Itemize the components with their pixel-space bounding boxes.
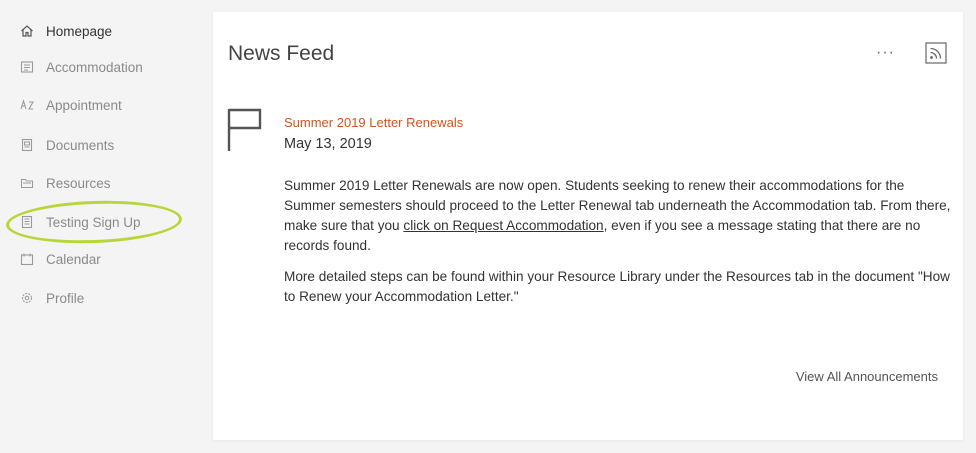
folder-icon [20,176,34,190]
sidebar-item-accommodation[interactable]: Accommodation [20,55,143,79]
announcement-paragraph-1: Summer 2019 Letter Renewals are now open… [284,176,956,256]
sidebar-item-label: Accommodation [46,59,143,75]
sidebar-item-profile[interactable]: Profile [20,286,84,310]
sidebar-item-label: Documents [46,137,115,153]
announcement-paragraph-2: More detailed steps can be found within … [284,269,951,304]
sidebar-item-label: Profile [46,290,85,306]
view-all-announcements-link[interactable]: View All Announcements [773,369,938,384]
request-accommodation-link[interactable]: click on Request Accommodation [403,218,603,233]
document-icon [20,138,34,152]
sidebar-item-label: Homepage [46,23,113,39]
sidebar-item-testing-sign-up[interactable]: Testing Sign Up [20,210,141,234]
sidebar-item-appointment[interactable]: Appointment [20,93,122,117]
flag-icon [227,107,263,153]
sidebar-item-label: Calendar [46,251,101,267]
rss-feed-icon[interactable] [925,42,947,64]
sidebar-nav: Homepage Accommodation Appointment Docum… [0,0,200,453]
sidebar-item-calendar[interactable]: Calendar [20,247,101,271]
page-title: News Feed [228,42,335,65]
announcement-date: May 13, 2019 [284,136,372,152]
announcement-title-link[interactable]: Summer 2019 Letter Renewals [284,115,463,130]
sidebar-item-label: Resources [46,175,111,191]
list-icon [20,60,34,74]
home-icon [20,24,34,38]
clipboard-icon [20,215,34,229]
sidebar-item-resources[interactable]: Resources [20,171,111,195]
news-feed-card: News Feed ··· Summer 2019 Letter Renewal… [213,12,963,440]
calendar-icon [20,252,34,266]
sidebar-item-documents[interactable]: Documents [20,133,114,157]
gear-icon [20,291,34,305]
sidebar-item-homepage[interactable]: Homepage [20,19,112,43]
appointment-icon [20,98,34,112]
more-options-icon[interactable]: ··· [876,45,900,61]
sidebar-item-label: Testing Sign Up [46,214,141,230]
sidebar-item-label: Appointment [46,97,122,113]
announcement-body: Summer 2019 Letter Renewals are now open… [284,176,956,318]
